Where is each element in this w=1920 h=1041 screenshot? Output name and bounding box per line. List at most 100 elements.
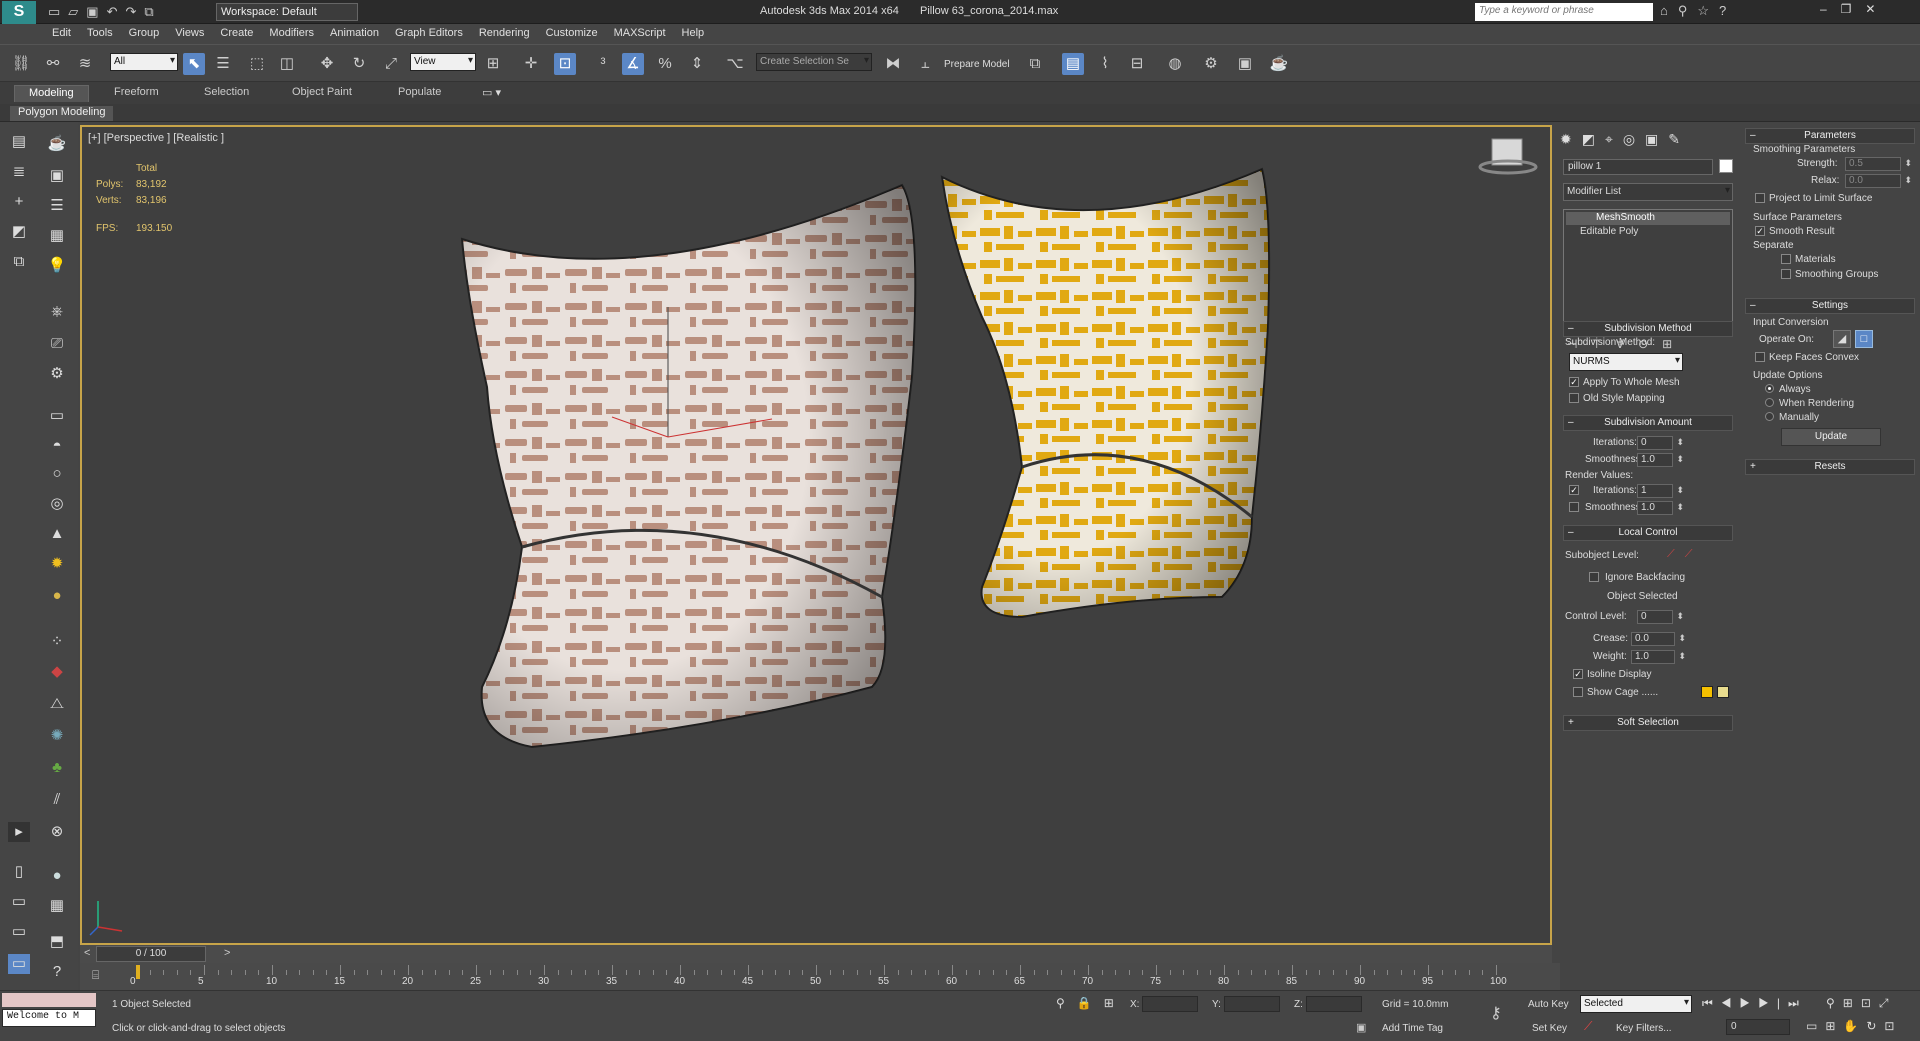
mini-curve-editor-icon[interactable]: ⌸ [92, 968, 99, 983]
maxscript-listener[interactable]: Welcome to M [2, 1009, 96, 1027]
schematic-view-icon[interactable]: ⊟ [1126, 53, 1148, 75]
workspace-select[interactable]: Workspace: Default [216, 3, 358, 21]
render-smoothness-checkbox[interactable] [1569, 502, 1579, 512]
scene-explorer-icon[interactable]: ▤ [8, 132, 30, 152]
checker-icon[interactable]: ▦ [46, 896, 68, 916]
hierarchy-icon[interactable]: ⧉ [8, 252, 30, 272]
relax-spinner[interactable]: 0.0 [1845, 174, 1912, 188]
settings-rollout-header[interactable]: – Settings [1745, 298, 1915, 314]
helpers-icon[interactable]: ⧍ [46, 694, 68, 714]
smoothness-spinner[interactable]: 1.0 [1637, 453, 1684, 467]
cloth-icon[interactable]: ⊗ [46, 822, 68, 842]
time-slider-thumb[interactable]: 0 / 100 [96, 946, 206, 962]
menu-item-edit[interactable]: Edit [44, 24, 79, 44]
rotate-icon[interactable]: ↻ [348, 53, 370, 75]
window-crossing-icon[interactable]: ◫ [276, 53, 298, 75]
soft-selection-rollout-header[interactable]: + Soft Selection [1563, 715, 1733, 731]
smoothing-groups-checkbox[interactable] [1781, 269, 1791, 279]
subdivision-method-rollout-header[interactable]: – Subdivision Method [1563, 321, 1733, 337]
layout-icon[interactable]: ▯ [8, 862, 30, 882]
graphite-toggle-icon[interactable]: ▤ [1062, 53, 1084, 75]
operate-on-triangle-icon[interactable]: ◢ [1833, 330, 1851, 348]
menu-item-modifiers[interactable]: Modifiers [261, 24, 322, 44]
cage-color-swatch-1[interactable] [1701, 686, 1713, 698]
rendered-frame-window-icon[interactable]: ▣ [1234, 53, 1256, 75]
snaps-toggle-icon[interactable]: ³ [592, 53, 614, 75]
ribbon-tab-freeform[interactable]: Freeform [100, 85, 173, 102]
keep-faces-convex-checkbox[interactable] [1755, 352, 1765, 362]
spinner-snap-icon[interactable]: ⇕ [686, 53, 708, 75]
apply-whole-mesh-checkbox[interactable]: ✓ [1569, 377, 1579, 387]
time-prev-button[interactable]: < [84, 947, 90, 959]
subdivision-amount-rollout-header[interactable]: – Subdivision Amount [1563, 415, 1733, 431]
viewport-nav-icons[interactable]: ⚲⊞⊡⤢ [1826, 996, 1897, 1011]
iterations-spinner[interactable]: 0 [1637, 436, 1684, 450]
tangent-icon[interactable]: ⟋ [1584, 1019, 1592, 1034]
search-input[interactable]: Type a keyword or phrase [1475, 3, 1653, 21]
key-filters-button[interactable]: Key Filters... [1616, 1023, 1672, 1034]
light-bulb-icon[interactable]: 💡 [46, 256, 68, 276]
set-key-button[interactable]: Set Key [1532, 1023, 1567, 1034]
menu-item-customize[interactable]: Customize [538, 24, 606, 44]
material-sphere-icon[interactable]: ● [46, 586, 68, 606]
time-tag-icon[interactable]: ▣ [1356, 1021, 1366, 1034]
prepare-model-button[interactable]: Prepare Model [944, 59, 1010, 70]
sun-light-icon[interactable]: ✹ [46, 554, 68, 574]
create-plus-icon[interactable]: + [8, 192, 30, 212]
resets-rollout-header[interactable]: + Resets [1745, 459, 1915, 475]
menu-item-help[interactable]: Help [674, 24, 713, 44]
camera-icon[interactable]: ⎈ [46, 302, 68, 322]
update-button[interactable]: Update [1781, 428, 1881, 446]
modifier-stack[interactable]: MeshSmooth Editable Poly [1563, 209, 1733, 331]
panel-icon[interactable]: ▭ [8, 922, 30, 942]
modify-icon[interactable]: ◩ [8, 222, 30, 242]
select-object-icon[interactable]: ⬉ [183, 53, 205, 75]
sphere-icon[interactable]: ● [46, 866, 68, 886]
select-manipulate-icon[interactable]: ✛ [520, 53, 542, 75]
key-mode-select[interactable]: Selected [1580, 995, 1692, 1013]
tool-icon[interactable]: ⬒ [46, 932, 68, 952]
menu-item-rendering[interactable]: Rendering [471, 24, 538, 44]
foliage-icon[interactable]: ♣ [46, 758, 68, 778]
hair-icon[interactable]: ⫽ [46, 790, 68, 810]
parameters-rollout-header[interactable]: – Parameters [1745, 128, 1915, 144]
perspective-viewport[interactable]: [+] [Perspective ] [Realistic ] Total Po… [80, 125, 1552, 945]
time-slider[interactable]: < 0 / 100 > [80, 945, 1552, 963]
rectangular-selection-icon[interactable]: ⬚ [246, 53, 268, 75]
stack-item-meshsmooth[interactable]: MeshSmooth [1566, 212, 1730, 225]
menu-item-create[interactable]: Create [212, 24, 261, 44]
menu-item-group[interactable]: Group [121, 24, 168, 44]
object-name-field[interactable]: pillow 1 [1563, 159, 1713, 175]
keyboard-shortcut-override-icon[interactable]: ⊡ [554, 53, 576, 75]
always-radio[interactable] [1765, 384, 1774, 393]
angle-snap-icon[interactable]: ∡ [622, 53, 644, 75]
ribbon-tab-modeling[interactable]: Modeling [14, 85, 89, 102]
bind-space-warp-icon[interactable]: ≋ [74, 53, 96, 75]
render-iterations-spinner[interactable]: 1 [1637, 484, 1684, 498]
material-editor-icon[interactable]: ◍ [1164, 53, 1186, 75]
subobject-level-icons[interactable]: ⟋⟋ [1667, 548, 1702, 561]
time-next-button[interactable]: > [224, 947, 230, 959]
isoline-display-checkbox[interactable]: ✓ [1573, 669, 1583, 679]
menu-item-tools[interactable]: Tools [79, 24, 121, 44]
ribbon-options-icon[interactable]: ▭ ▾ [482, 86, 501, 99]
menu-item-maxscript[interactable]: MAXScript [606, 24, 674, 44]
render-smoothness-spinner[interactable]: 1.0 [1637, 501, 1684, 515]
window-controls[interactable]: –❐✕ [1820, 2, 1890, 16]
mirror-icon[interactable]: ⧓ [882, 53, 904, 75]
local-control-rollout-header[interactable]: – Local Control [1563, 525, 1733, 541]
selection-filter-select[interactable]: All [110, 53, 178, 71]
plane-primitive-icon[interactable]: ◓ [46, 436, 68, 456]
when-rendering-radio[interactable] [1765, 398, 1774, 407]
named-selection-set-select[interactable]: Create Selection Se [756, 53, 872, 71]
x-coordinate-field[interactable] [1142, 996, 1198, 1012]
viewport-layout-icon[interactable]: ▭ [8, 954, 30, 974]
auto-key-button[interactable]: Auto Key [1528, 999, 1569, 1010]
render-icon[interactable]: ▣ [46, 166, 68, 186]
app-logo-icon[interactable]: S [2, 1, 36, 25]
stack-item-editable-poly[interactable]: Editable Poly [1566, 226, 1730, 239]
space-warps-icon[interactable]: ✺ [46, 726, 68, 746]
cone-primitive-icon[interactable]: ▲ [46, 524, 68, 544]
isolate-icons[interactable]: ⚲🔒⊞ [1056, 996, 1126, 1010]
layer-explorer-icon[interactable]: ≣ [8, 162, 30, 182]
